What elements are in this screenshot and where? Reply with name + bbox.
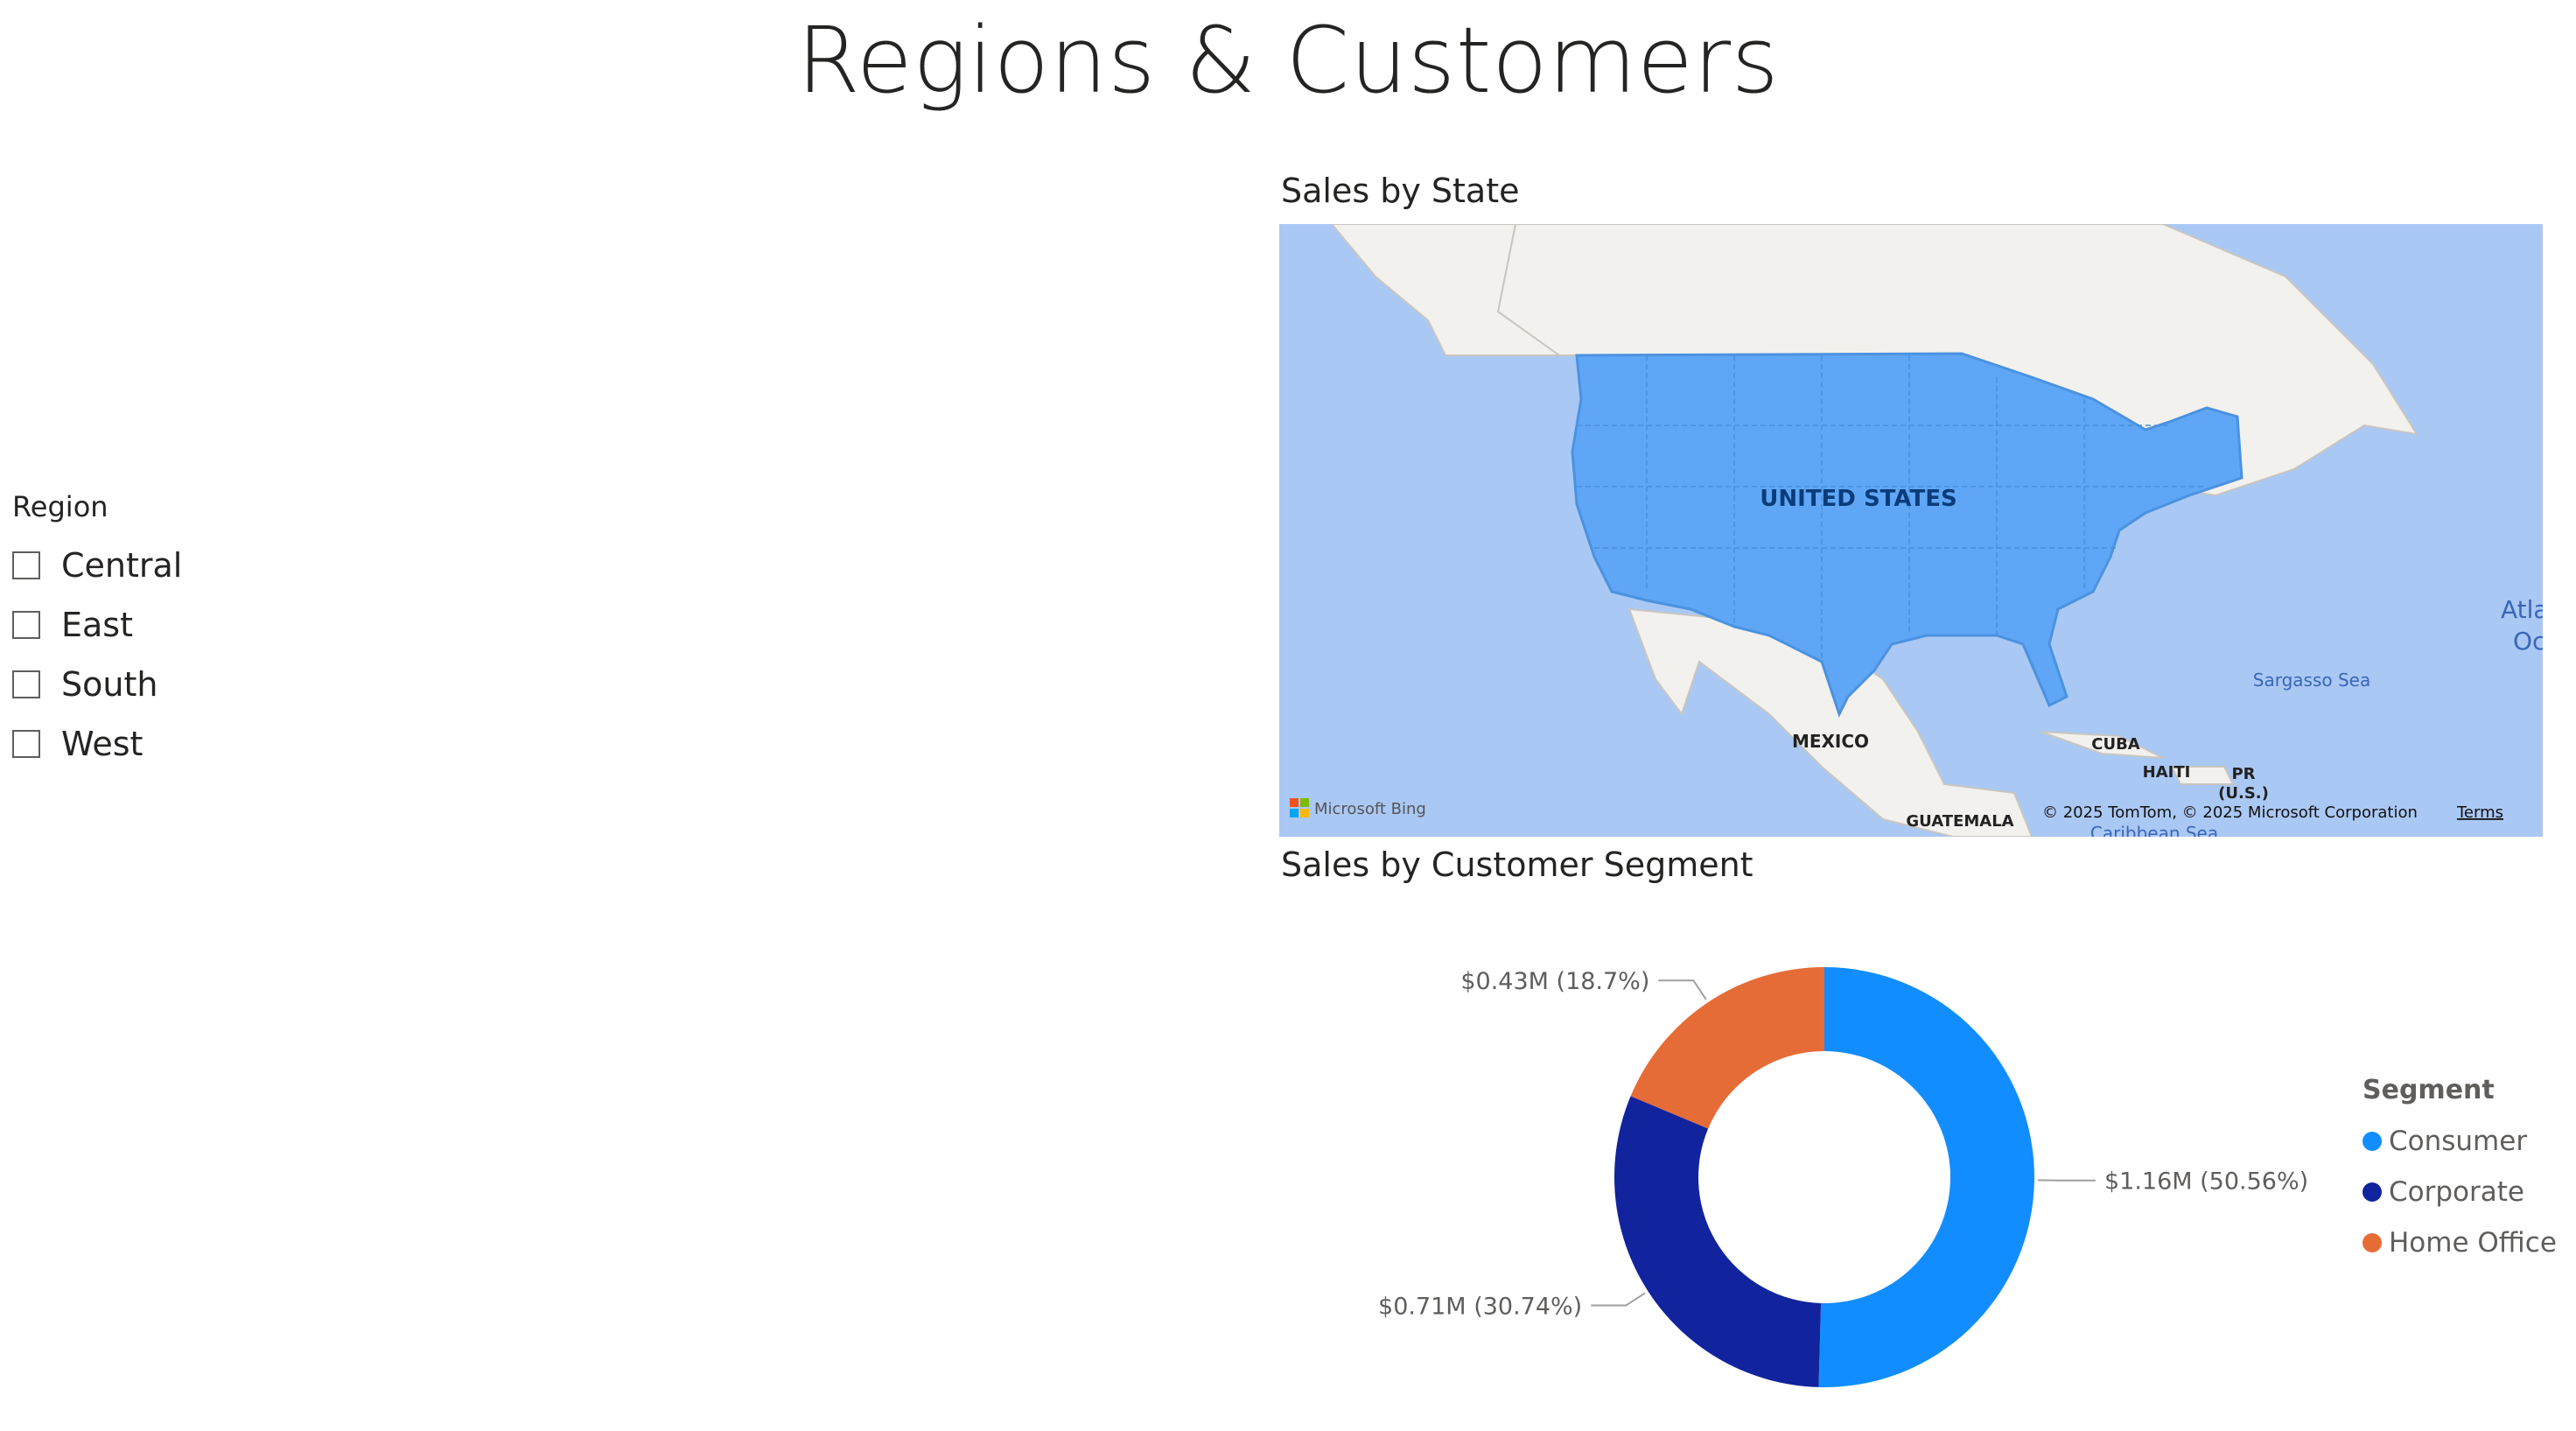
legend-dot-consumer bbox=[2362, 1132, 2382, 1151]
legend-item-home-office[interactable]: Home Office bbox=[2362, 1217, 2557, 1268]
map-title: Sales by State bbox=[1281, 172, 1520, 210]
map-terms-link[interactable]: Terms bbox=[2456, 803, 2503, 822]
segment-title: Sales by Customer Segment bbox=[1281, 845, 1754, 884]
legend-item-consumer[interactable]: Consumer bbox=[2362, 1116, 2557, 1167]
legend-dot-corporate bbox=[2362, 1182, 2382, 1202]
data-label-home-office: $0.43M (18.7%) bbox=[1460, 968, 1649, 995]
sales-by-segment-donut: $1.16M (50.56%) $0.71M (30.74%) $0.43M (18… bbox=[1279, 910, 2543, 1400]
checkbox-south[interactable] bbox=[12, 670, 40, 698]
legend-title: Segment bbox=[2362, 1075, 2495, 1105]
slicer-item-west[interactable]: West bbox=[12, 714, 362, 774]
map-label-cuba: CUBA bbox=[2091, 735, 2140, 754]
donut-chart: $1.16M (50.56%) $0.71M (30.74%) $0.43M (18… bbox=[1378, 967, 2308, 1387]
map-label-caribbean: Caribbean Sea bbox=[2090, 823, 2218, 837]
segment-legend: Segment Consumer Corporate Home Office bbox=[2362, 1075, 2557, 1268]
checkbox-central[interactable] bbox=[12, 551, 40, 579]
map-label-country: UNITED STATES bbox=[1760, 486, 1956, 512]
map-label-mexico: MEXICO bbox=[1792, 731, 1869, 752]
checkbox-west[interactable] bbox=[12, 730, 40, 758]
leader-line-corporate bbox=[1591, 1292, 1646, 1307]
map-label-guatemala: GUATEMALA bbox=[1906, 812, 2013, 831]
legend-dot-home-office bbox=[2362, 1233, 2382, 1252]
legend-label: Corporate bbox=[2389, 1176, 2524, 1208]
map-label-sargasso: Sargasso Sea bbox=[2253, 670, 2370, 691]
region-slicer: Region Central East South West bbox=[12, 490, 362, 774]
donut-slice-consumer[interactable] bbox=[1818, 967, 2034, 1387]
data-label-consumer: $1.16M (50.56%) bbox=[2104, 1168, 2308, 1196]
slicer-label: West bbox=[61, 725, 144, 763]
map-label-atlantic: Atla bbox=[2501, 595, 2543, 624]
slicer-item-central[interactable]: Central bbox=[12, 536, 362, 595]
checkbox-east[interactable] bbox=[12, 611, 40, 639]
map-label-ocean: Oc bbox=[2513, 627, 2543, 656]
donut-slice-corporate[interactable] bbox=[1614, 1096, 1822, 1387]
slicer-label: East bbox=[61, 606, 133, 644]
legend-label: Home Office bbox=[2389, 1227, 2557, 1259]
legend-item-corporate[interactable]: Corporate bbox=[2362, 1167, 2557, 1217]
slicer-label: South bbox=[61, 665, 158, 704]
map-label-pr: PR bbox=[2231, 765, 2255, 783]
donut-slice-home-office[interactable] bbox=[1630, 967, 1824, 1129]
slicer-title: Region bbox=[12, 490, 108, 523]
sales-by-state-map[interactable]: UNITED STATES MEXICO CUBA HAITI PR (U.S.… bbox=[1279, 224, 2543, 837]
leader-line-home-office bbox=[1658, 979, 1707, 1000]
map-label-haiti: HAITI bbox=[2143, 763, 2191, 782]
map-attribution: © 2025 TomTom, © 2025 Microsoft Corporat… bbox=[2042, 803, 2418, 822]
slicer-label: Central bbox=[61, 546, 183, 585]
slicer-item-east[interactable]: East bbox=[12, 595, 362, 655]
slicer-item-south[interactable]: South bbox=[12, 655, 362, 714]
map-provider: Microsoft Bing bbox=[1314, 800, 1426, 818]
page-title: Regions & Customers bbox=[796, 7, 1780, 114]
map-label-pr-sub: (U.S.) bbox=[2218, 784, 2269, 803]
data-label-corporate: $0.71M (30.74%) bbox=[1378, 1294, 1582, 1321]
legend-label: Consumer bbox=[2389, 1126, 2528, 1157]
